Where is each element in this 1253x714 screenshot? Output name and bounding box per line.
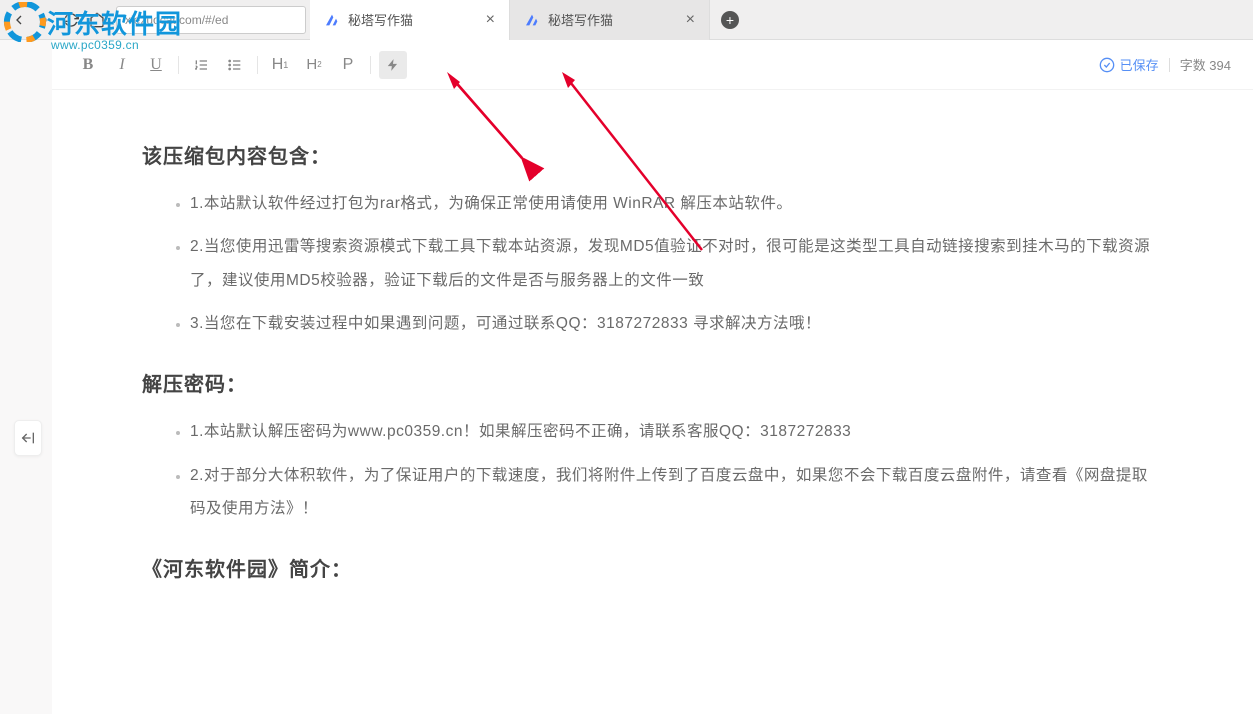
tab-close-button[interactable]: × (686, 11, 695, 29)
home-button[interactable] (88, 11, 106, 29)
tab-title: 秘塔写作猫 (548, 10, 678, 29)
browser-tab[interactable]: 秘塔写作猫 × (510, 0, 710, 40)
section-heading: 解压密码： (142, 368, 1163, 397)
check-circle-icon (1099, 57, 1115, 73)
ordered-list-button[interactable] (187, 51, 215, 79)
list-item: 2.对于部分大体积软件，为了保证用户的下载速度，我们将附件上传到了百度云盘中，如… (190, 459, 1163, 526)
section-heading: 该压缩包内容包含： (142, 140, 1163, 169)
italic-button[interactable]: I (108, 51, 136, 79)
list-item: 1.本站默认解压密码为www.pc0359.cn！如果解压密码不正确，请联系客服… (190, 415, 1163, 448)
heading2-button[interactable]: H2 (300, 51, 328, 79)
forward-button[interactable] (36, 11, 54, 29)
browser-top-bar: xiezuocat.com/#/ed 秘塔写作猫 × 秘塔写作猫 × + (0, 0, 1253, 40)
sidebar-collapse-button[interactable] (14, 420, 42, 456)
plus-icon: + (721, 11, 739, 29)
underline-button[interactable]: U (142, 51, 170, 79)
reload-button[interactable] (62, 11, 80, 29)
left-rail (0, 40, 52, 714)
tab-close-button[interactable]: × (486, 11, 495, 29)
ul-icon (227, 57, 243, 73)
browser-tab[interactable]: 秘塔写作猫 × (310, 0, 510, 40)
new-tab-button[interactable]: + (710, 0, 750, 40)
paragraph-button[interactable]: P (334, 51, 362, 79)
list-item: 2.当您使用迅雷等搜索资源模式下载工具下载本站资源，发现MD5值验证不对时，很可… (190, 230, 1163, 297)
editor-area: B I U H1 H2 P (52, 40, 1253, 714)
word-count: 字数 394 (1180, 55, 1231, 74)
lightning-button[interactable] (379, 51, 407, 79)
tab-favicon-icon (524, 12, 540, 28)
document-content[interactable]: 该压缩包内容包含： 1.本站默认软件经过打包为rar格式，为确保正常使用请使用 … (52, 90, 1253, 714)
url-text: xiezuocat.com/#/ed (125, 13, 228, 27)
editor-toolbar: B I U H1 H2 P (52, 40, 1253, 90)
address-bar[interactable]: xiezuocat.com/#/ed (116, 6, 306, 34)
heading1-button[interactable]: H1 (266, 51, 294, 79)
list-item: 3.当您在下载安装过程中如果遇到问题，可通过联系QQ：3187272833 寻求… (190, 307, 1163, 340)
section-heading: 《河东软件园》简介： (142, 553, 1163, 582)
collapse-icon (20, 430, 36, 446)
bold-button[interactable]: B (74, 51, 102, 79)
back-button[interactable] (10, 11, 28, 29)
tab-favicon-icon (324, 12, 340, 28)
ol-icon (193, 57, 209, 73)
unordered-list-button[interactable] (221, 51, 249, 79)
list-item: 1.本站默认软件经过打包为rar格式，为确保正常使用请使用 WinRAR 解压本… (190, 187, 1163, 220)
tab-title: 秘塔写作猫 (348, 10, 478, 29)
lightning-icon (386, 58, 400, 72)
save-status: 已保存 (1099, 55, 1159, 74)
